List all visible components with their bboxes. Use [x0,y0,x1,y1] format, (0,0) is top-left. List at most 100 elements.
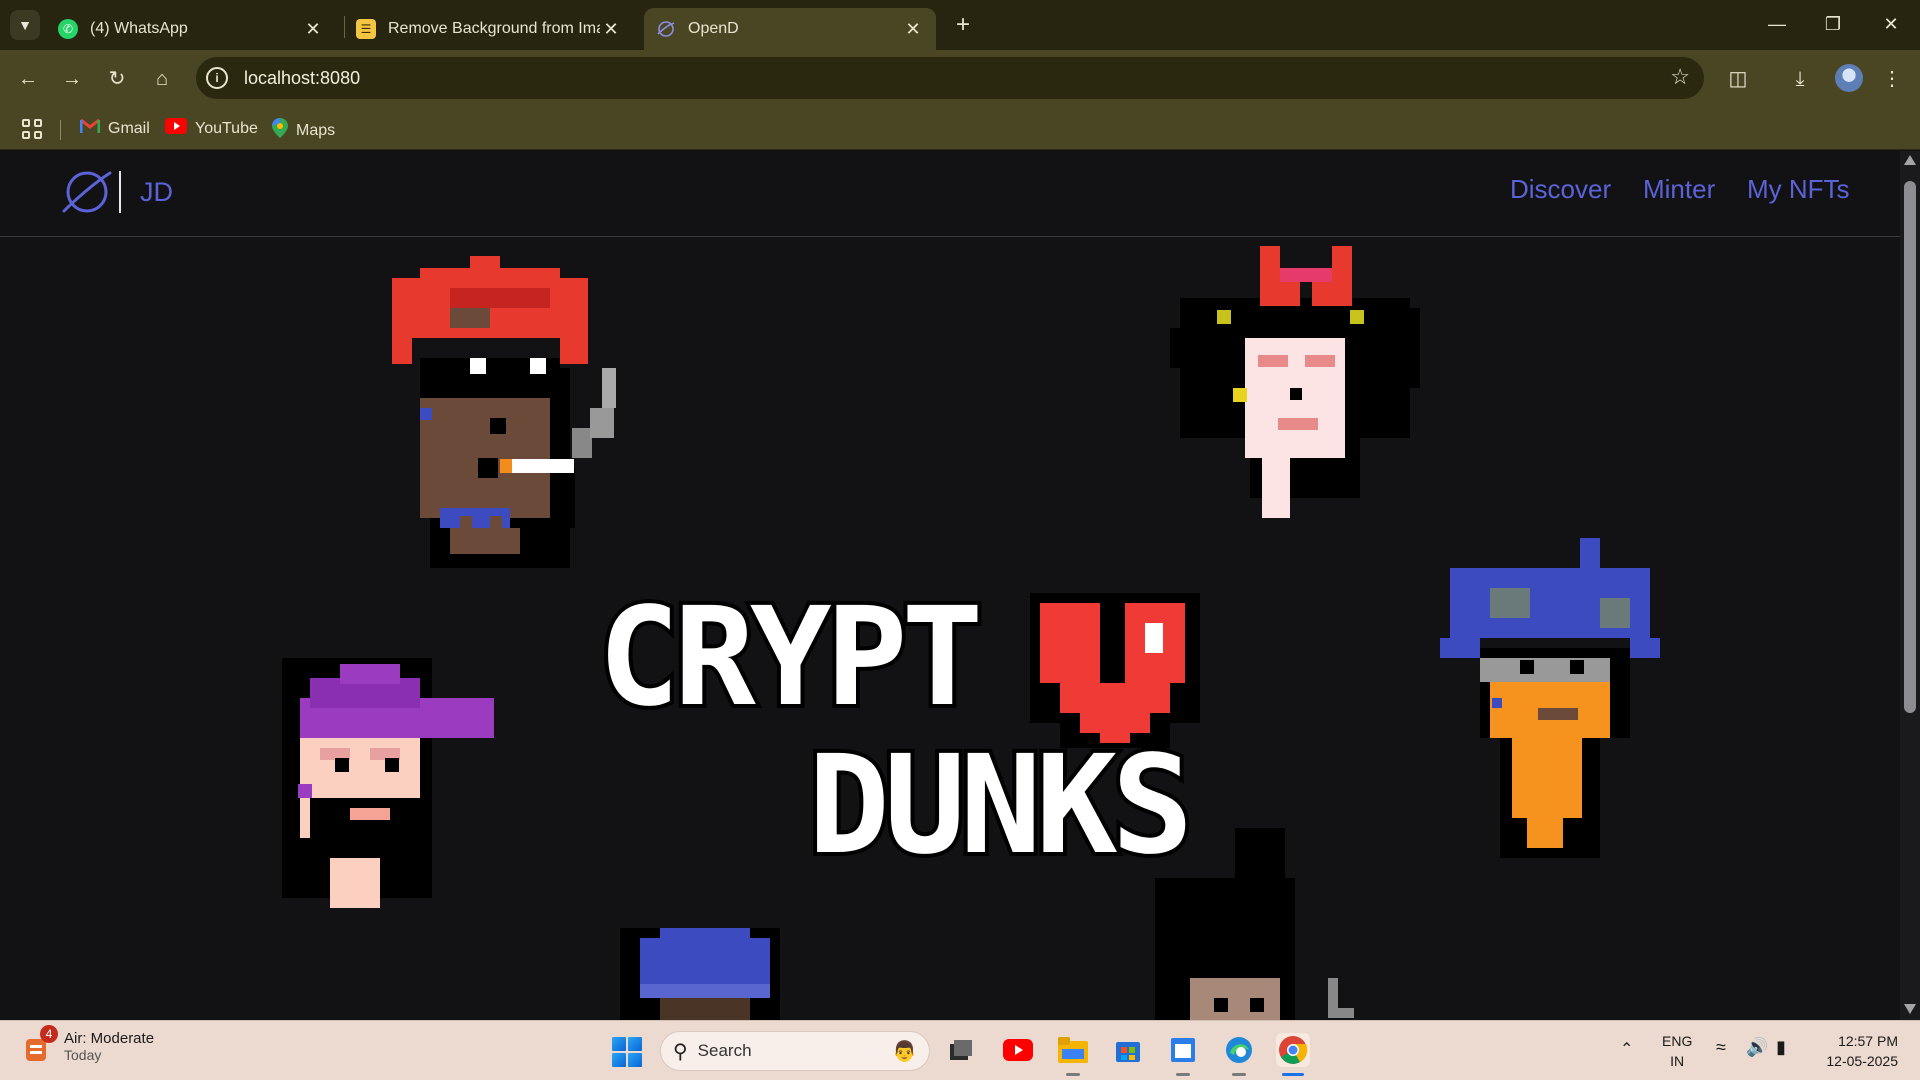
scroll-up-icon[interactable] [1904,155,1916,165]
page-scrollbar[interactable] [1900,151,1920,1020]
task-view-button[interactable] [944,1033,978,1067]
tab-title: OpenD [688,20,739,37]
planet-icon [656,19,676,39]
restore-button[interactable]: ❐ [1813,8,1853,40]
bookmark-maps[interactable]: Maps [272,118,335,143]
bookmark-label: Gmail [108,119,150,137]
running-indicator [1232,1073,1246,1076]
url-text[interactable]: localhost:8080 [244,68,360,89]
browser-toolbar: ← → ↻ ⌂ i localhost:8080 ☆ ◫ ⤓ ⋮ [0,50,1920,108]
layers-icon: ☰ [356,19,376,39]
heart-icon [1030,593,1200,748]
tab-title: (4) WhatsApp [90,20,188,37]
punk-red-bow-image [1170,246,1420,518]
tab-whatsapp[interactable]: ✆ (4) WhatsApp ✕ [46,8,336,50]
clock-date: 12-05-2025 [1826,1053,1898,1069]
show-hidden-icons-button[interactable]: ⌃ [1620,1039,1633,1059]
battery-icon[interactable]: ▮ [1776,1037,1786,1058]
language-indicator[interactable]: ENG IN [1662,1031,1692,1071]
browser-tab-strip: ▼ ✆ (4) WhatsApp ✕ ☰ Remove Background f… [0,0,1920,50]
taskbar-chrome[interactable] [1276,1033,1310,1067]
extensions-button[interactable]: ◫ [1722,63,1754,95]
hero-banner: CRYPT DUNKS [0,238,1900,1020]
scrollbar-thumb[interactable] [1904,181,1916,713]
site-header: JD Discover Minter My NFTs [0,151,1900,237]
taskbar-search[interactable]: ⚲ Search 👨 [660,1031,930,1071]
weather-subtitle: Today [64,1046,102,1063]
nav-discover[interactable]: Discover [1510,174,1611,205]
bookmarks-bar: Gmail YouTube Maps [0,108,1920,150]
bookmark-youtube[interactable]: YouTube [165,118,258,139]
close-tab-icon[interactable]: ✕ [902,19,924,40]
kebab-menu-icon: ⋮ [1882,68,1902,90]
taskbar-edge[interactable] [1222,1033,1256,1067]
start-button[interactable] [612,1037,642,1067]
search-placeholder: Search [697,1041,752,1060]
downloads-button[interactable]: ⤓ [1784,63,1816,95]
puzzle-icon: ◫ [1728,68,1748,90]
youtube-icon [1003,1039,1033,1061]
back-button[interactable]: ← [12,63,44,95]
bookmark-star-icon[interactable]: ☆ [1670,64,1690,90]
region-code: IN [1670,1053,1685,1069]
taskbar-store[interactable] [1111,1033,1145,1067]
search-highlight-icon: 👨 [892,1040,917,1063]
reload-icon: ↻ [108,68,126,90]
clock-time: 12:57 PM [1838,1033,1898,1049]
arrow-left-icon: ← [18,68,38,90]
chrome-icon [1279,1036,1308,1064]
taskbar-file-explorer[interactable] [1056,1033,1090,1067]
punk-red-hair-image [392,256,616,568]
minimize-icon: — [1768,14,1786,34]
tab-opend[interactable]: OpenD ✕ [644,8,936,50]
taskbar-youtube[interactable] [1001,1033,1035,1067]
close-window-button[interactable]: ✕ [1871,8,1911,40]
profile-avatar[interactable] [1835,64,1863,92]
wifi-icon[interactable]: ≈ [1716,1037,1726,1058]
home-button[interactable]: ⌂ [146,63,178,95]
web-page: JD Discover Minter My NFTs CRYPT DUNKS [0,151,1920,1020]
restore-icon: ❐ [1824,14,1842,34]
menu-button[interactable]: ⋮ [1876,63,1908,95]
maps-icon [272,118,288,143]
chevron-down-icon: ▼ [18,17,32,33]
weather-title: Air: Moderate [64,1029,155,1047]
nav-minter[interactable]: Minter [1643,174,1715,205]
site-info-icon[interactable]: i [206,67,228,89]
close-tab-icon[interactable]: ✕ [600,19,622,40]
forward-button[interactable]: → [56,63,88,95]
store-icon [1116,1042,1140,1062]
tab-search-button[interactable]: ▼ [10,10,40,40]
edge-icon [1226,1037,1252,1063]
notification-badge: 4 [40,1025,58,1043]
apps-grid-icon[interactable] [22,119,42,139]
close-tab-icon[interactable]: ✕ [302,19,324,40]
punk-blue-beanie-image [620,928,780,1020]
planet-logo-icon[interactable] [60,165,114,219]
tab-remove-background[interactable]: ☰ Remove Background from Imag ✕ [344,8,634,50]
address-bar[interactable]: i localhost:8080 ☆ [196,57,1704,99]
scroll-down-icon[interactable] [1904,1004,1916,1014]
gmail-icon [79,118,101,139]
punk-blue-hair-image [1440,538,1660,858]
task-view-icon [950,1040,972,1060]
air-quality-icon: 4 [24,1025,58,1063]
punk-purple-cap-image [282,658,494,908]
minimize-button[interactable]: — [1757,8,1797,40]
running-indicator [1066,1073,1080,1076]
home-icon: ⌂ [155,68,169,90]
volume-icon[interactable]: 🔊 [1746,1037,1768,1058]
whatsapp-icon: ✆ [58,19,78,39]
arrow-right-icon: → [62,68,82,90]
windows-taskbar: 4 Air: Moderate Today ⚲ Search 👨 ⌃ ENG I… [0,1020,1920,1080]
bookmarks-divider [60,120,61,140]
weather-widget[interactable]: 4 Air: Moderate Today [24,1025,155,1063]
reload-button[interactable]: ↻ [101,63,133,95]
taskbar-app-window[interactable] [1166,1033,1200,1067]
nav-my-nfts[interactable]: My NFTs [1747,174,1850,205]
system-clock[interactable]: 12:57 PM 12-05-2025 [1812,1031,1898,1071]
bookmark-gmail[interactable]: Gmail [79,118,150,139]
brand-name[interactable]: JD [140,177,173,208]
new-tab-button[interactable]: + [948,10,978,40]
plus-icon: + [955,11,970,38]
